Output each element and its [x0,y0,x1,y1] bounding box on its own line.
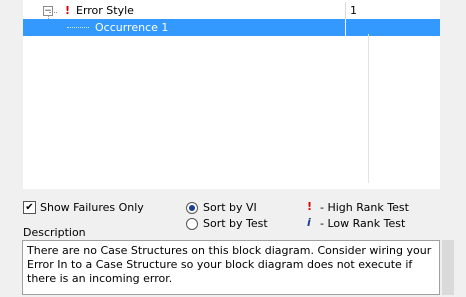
sort-by-vi-radio[interactable]: Sort by VI [186,201,257,214]
high-rank-legend-label: - High Rank Test [320,201,409,214]
tree-connector-h [49,12,57,13]
tree-row-occurrence-1[interactable]: Occurrence 1 [23,19,440,36]
description-title: Description [23,226,86,239]
radio-selected-icon[interactable] [186,201,198,214]
description-text: There are no Case Structures on this blo… [27,244,432,285]
tree-scrollbar[interactable] [440,0,457,189]
collapse-icon[interactable]: − [43,6,53,16]
tree-row-label: Occurrence 1 [95,21,169,34]
sort-by-test-radio[interactable]: Sort by Test [186,217,268,230]
low-rank-legend-label: - Low Rank Test [320,217,406,230]
column-divider [368,34,369,183]
tree-connector-h [67,27,89,28]
high-rank-icon: ! [65,4,71,17]
radio-unselected-icon[interactable] [186,217,198,230]
sort-by-vi-label: Sort by VI [203,201,257,214]
description-scrollbar[interactable] [440,240,457,295]
scroll-thumb[interactable] [442,240,454,295]
checkbox-check-icon[interactable]: ✔ [23,201,36,214]
partially-visible-row [23,183,440,189]
show-failures-only-checkbox[interactable]: ✔ Show Failures Only [23,201,144,214]
show-failures-only-label: Show Failures Only [40,201,144,214]
sort-by-test-label: Sort by Test [203,217,268,230]
high-rank-legend-icon: ! [307,200,313,213]
low-rank-legend-icon: i [307,216,311,229]
description-text-area[interactable]: There are no Case Structures on this blo… [22,240,440,295]
tree-row-label: Error Style [76,4,134,17]
tree-row-error-style[interactable]: − ! Error Style 1 [23,2,440,19]
tree-row-count: 1 [350,4,357,17]
results-tree[interactable]: − ! Error Style 1 Occurrence 1 [23,0,440,183]
